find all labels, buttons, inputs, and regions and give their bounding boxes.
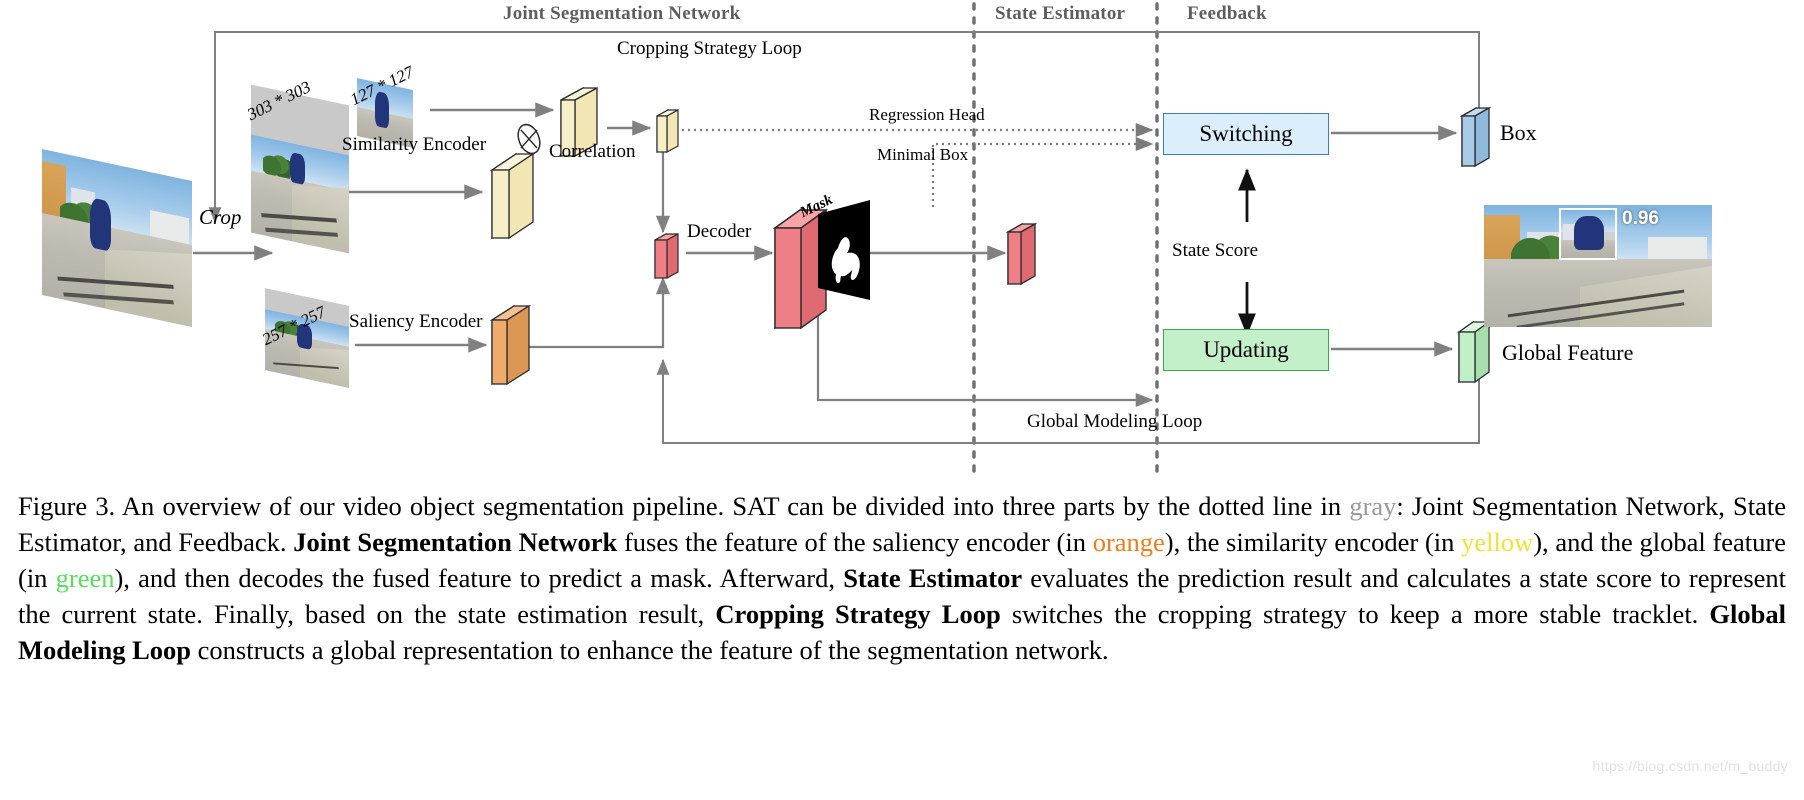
label-global-feature: Global Feature (1502, 340, 1634, 365)
caption-part-5: orange (1092, 527, 1165, 557)
global-feature-block (1456, 320, 1492, 384)
correlation-icon (517, 123, 541, 155)
caption-part-9: green (55, 563, 115, 593)
watermark-text: https://blog.csdn.net/m_buddy (1592, 758, 1788, 774)
caption-part-16: constructs a global representation to en… (191, 635, 1109, 665)
caption-part-14: switches the cropping strategy to keep a… (1000, 599, 1710, 629)
caption-part-0: An overview of our video object segmenta… (115, 491, 1350, 521)
label-cropping-strategy-loop: Cropping Strategy Loop (617, 38, 802, 59)
switching-box[interactable]: Switching (1163, 113, 1329, 155)
label-decoder: Decoder (687, 221, 752, 242)
caption-part-13: Cropping Strategy Loop (715, 599, 1001, 629)
caption-part-11: State Estimator (843, 563, 1023, 593)
box-output-block (1459, 106, 1492, 168)
caption-part-10: ), and then decodes the fused feature to… (114, 563, 844, 593)
label-saliency-encoder: Saliency Encoder (349, 311, 483, 332)
switching-box-label: Switching (1199, 121, 1293, 146)
updating-box-label: Updating (1203, 337, 1289, 362)
saliency-feature-block (489, 304, 532, 386)
label-regression-head: Regression Head (869, 105, 985, 124)
caption-part-7: yellow (1461, 527, 1534, 557)
label-similarity-encoder: Similarity Encoder (342, 134, 487, 155)
label-state-score: State Score (1172, 240, 1259, 261)
similarity-search-feature-block (489, 152, 536, 240)
state-feature-block (1005, 222, 1038, 286)
caption-part-3: Joint Segmentation Network (293, 527, 618, 557)
tracking-bbox (1559, 208, 1617, 260)
caption-part-1: gray (1349, 491, 1397, 521)
fused-feature-block (654, 232, 679, 280)
figure-caption: Figure 3. An overview of our video objec… (18, 488, 1786, 668)
section-header-state-estimator: State Estimator (995, 3, 1126, 24)
caption-figure-number: Figure 3. (18, 491, 116, 521)
section-header-joint-segmentation-network: Joint Segmentation Network (503, 3, 741, 24)
pipeline-diagram: Joint Segmentation Network State Estimat… (0, 0, 1804, 480)
section-header-feedback: Feedback (1187, 3, 1267, 24)
caption-part-4: fuses the feature of the saliency encode… (617, 527, 1093, 557)
updating-box[interactable]: Updating (1163, 329, 1329, 371)
label-minimal-box: Minimal Box (877, 145, 969, 164)
correlated-feature-block (656, 108, 679, 154)
label-box: Box (1500, 120, 1537, 145)
label-global-modeling-loop: Global Modeling Loop (1027, 411, 1203, 432)
label-correlation: Correlation (549, 141, 636, 162)
label-crop: Crop (199, 205, 242, 229)
mask-panel (818, 200, 870, 300)
caption-part-6: ), the similarity encoder (in (1164, 527, 1462, 557)
tracking-score-label: 0.96 (1622, 208, 1659, 229)
